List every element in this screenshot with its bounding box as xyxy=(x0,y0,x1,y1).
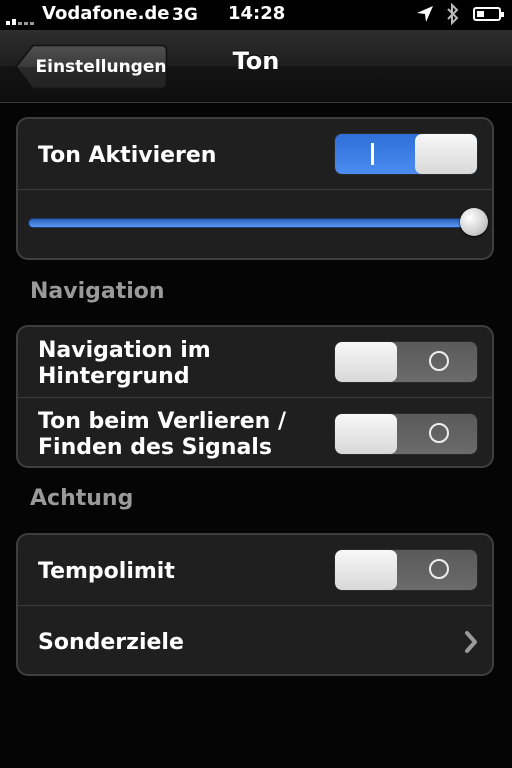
volume-slider-track xyxy=(28,218,474,228)
sound-group: Ton Aktivieren xyxy=(16,117,494,260)
battery-icon xyxy=(473,7,504,21)
carrier-name: Vodafone.de xyxy=(42,3,170,24)
background-navigation-label-line2: Hintergrund xyxy=(38,364,190,389)
clock: 14:28 xyxy=(228,3,286,24)
background-navigation-toggle[interactable] xyxy=(334,341,478,383)
navigation-bar: Einstellungen Ton xyxy=(0,30,512,103)
poi-label: Sonderziele xyxy=(38,630,184,655)
background-navigation-label: Navigation im Hintergrund xyxy=(38,338,211,390)
signal-sound-label-line2: Finden des Signals xyxy=(38,435,272,460)
background-navigation-row: Navigation im Hintergrund xyxy=(18,327,492,397)
switch-off-mark xyxy=(429,351,449,371)
navigation-group: Navigation im Hintergrund Ton beim Verli… xyxy=(16,325,494,468)
signal-sound-row: Ton beim Verlieren / Finden des Signals xyxy=(18,397,492,466)
switch-knob xyxy=(335,414,397,454)
network-type: 3G xyxy=(172,5,198,25)
sound-enable-toggle[interactable] xyxy=(334,133,478,175)
volume-slider-thumb[interactable] xyxy=(460,208,488,236)
page-title: Ton xyxy=(232,47,280,75)
switch-off-mark xyxy=(429,423,449,443)
sound-enable-row: Ton Aktivieren xyxy=(18,119,492,189)
status-bar: Vodafone.de 3G 14:28 xyxy=(0,0,512,30)
switch-on-mark xyxy=(371,143,374,165)
sound-enable-label: Ton Aktivieren xyxy=(38,143,217,168)
volume-row xyxy=(18,189,492,258)
signal-sound-label-line1: Ton beim Verlieren / xyxy=(38,409,287,434)
poi-row[interactable]: Sonderziele xyxy=(18,605,492,674)
bluetooth-icon xyxy=(446,2,460,30)
switch-knob xyxy=(335,342,397,382)
speed-limit-row: Tempolimit xyxy=(18,535,492,605)
speed-limit-toggle[interactable] xyxy=(334,549,478,591)
signal-sound-label: Ton beim Verlieren / Finden des Signals xyxy=(38,409,286,461)
switch-off-mark xyxy=(429,559,449,579)
switch-knob xyxy=(415,134,477,174)
chevron-right-icon xyxy=(464,631,478,657)
location-icon xyxy=(416,5,434,28)
signal-sound-toggle[interactable] xyxy=(334,413,478,455)
volume-slider[interactable] xyxy=(28,208,488,238)
attention-section-header: Achtung xyxy=(30,486,134,511)
speed-limit-label: Tempolimit xyxy=(38,559,175,584)
switch-knob xyxy=(335,550,397,590)
attention-group: Tempolimit Sonderziele xyxy=(16,533,494,676)
navigation-section-header: Navigation xyxy=(30,279,165,304)
background-navigation-label-line1: Navigation im xyxy=(38,338,211,363)
